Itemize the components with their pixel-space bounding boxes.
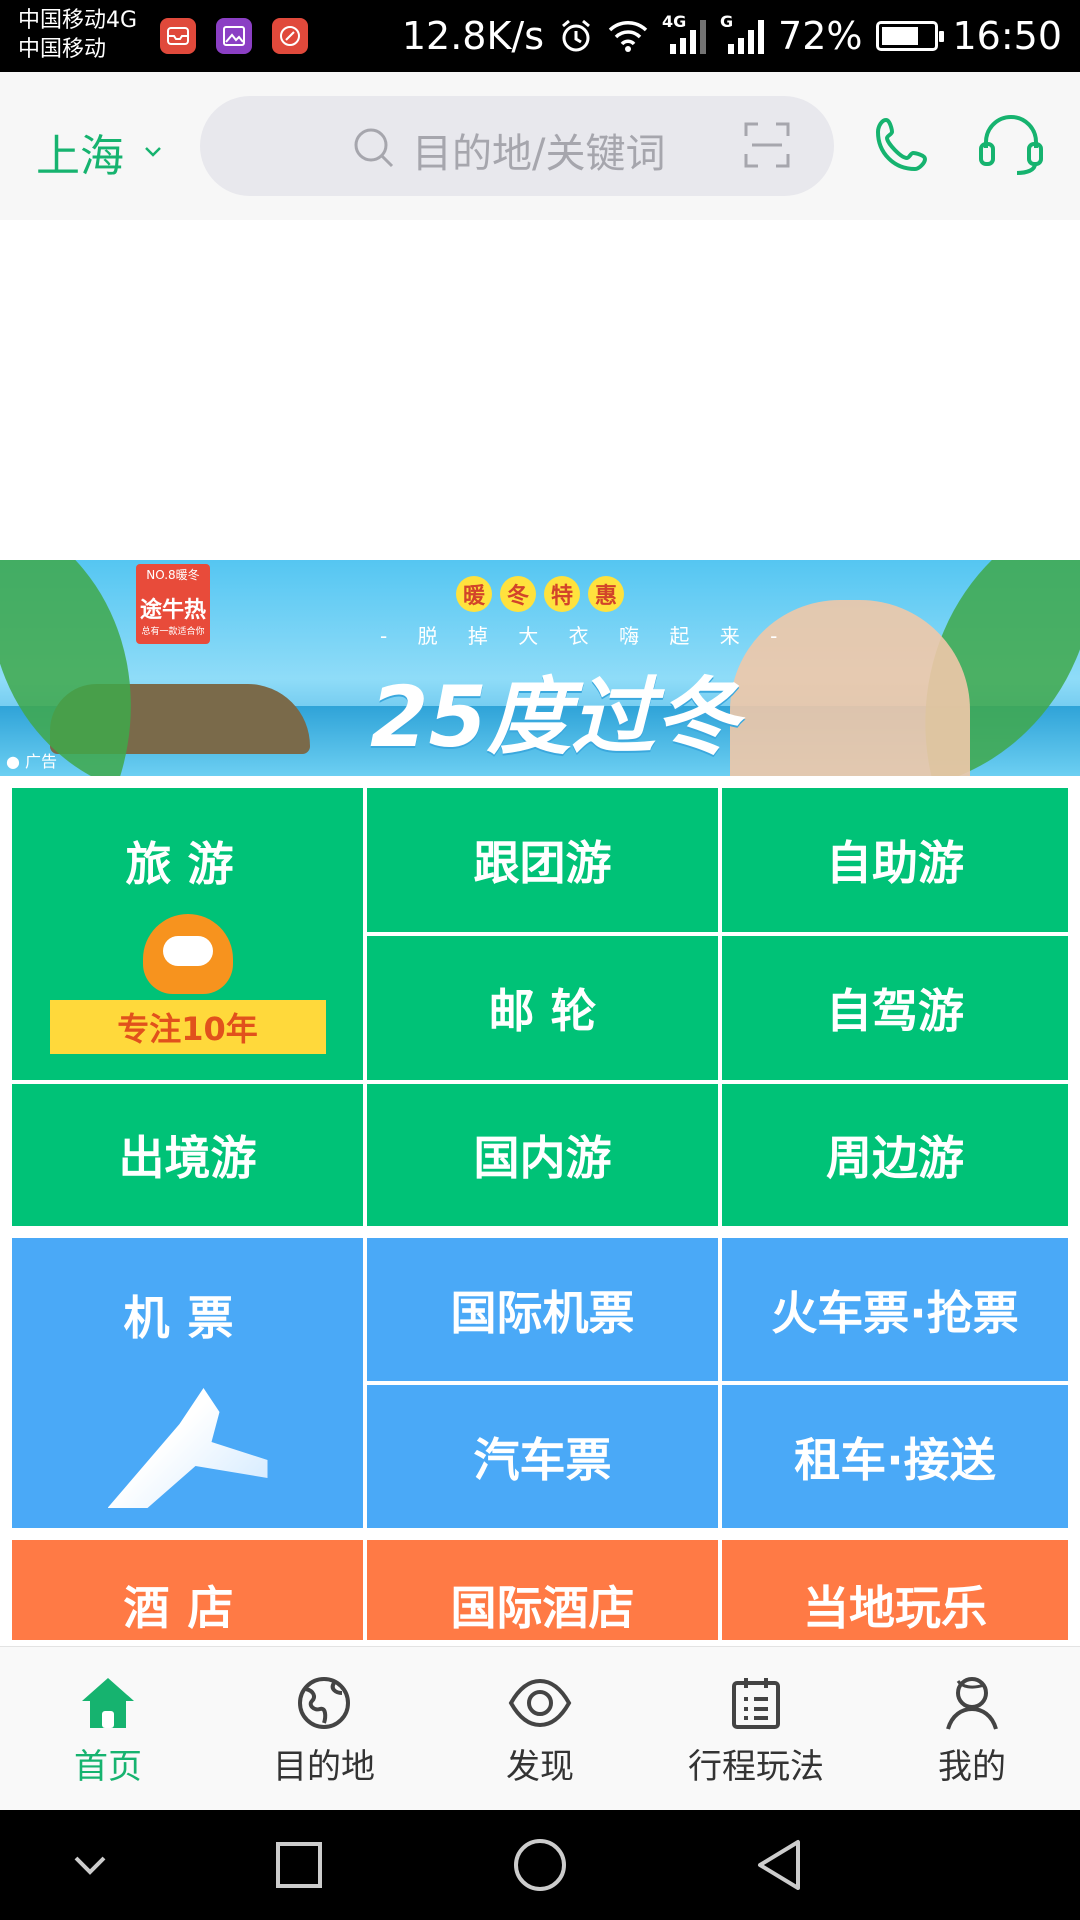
itinerary-icon	[732, 1678, 780, 1729]
ad-label-text: 广告	[25, 752, 58, 771]
tab-mine[interactable]: 我的	[864, 1647, 1080, 1810]
banner-pill: 特	[544, 576, 580, 612]
banner-logo: NO.8暖冬 途牛热 总有一款适合你	[136, 564, 210, 644]
phone-icon[interactable]	[872, 116, 932, 176]
group-tour-button[interactable]: 跟团游	[367, 788, 718, 932]
tab-label: 首页	[74, 1747, 142, 1787]
back-icon[interactable]	[754, 1838, 804, 1892]
travel-main-tile[interactable]: 旅游 专注10年	[12, 788, 363, 1080]
anniversary-ribbon: 专注10年	[49, 1000, 326, 1054]
battery-percent: 72%	[778, 14, 863, 58]
domestic-travel-button[interactable]: 国内游	[367, 1084, 718, 1226]
banner-pill: 惠	[588, 576, 624, 612]
gallery-notification-icon	[216, 18, 252, 54]
notification-icons	[160, 18, 308, 54]
signal-4g-icon: 4G	[662, 12, 707, 56]
wifi-icon	[608, 21, 648, 52]
carrier-line2: 中国移动	[18, 37, 107, 62]
top-header: 上海 目的地/关键词	[0, 72, 1080, 220]
eye-icon	[508, 1678, 572, 1728]
battery-icon	[876, 21, 945, 51]
carrier-line1: 中国移动4G	[18, 8, 138, 33]
tools-notification-icon	[272, 18, 308, 54]
banner-subtitle: - 脱 掉 大 衣 嗨 起 来 -	[380, 624, 790, 648]
net-type-2: G	[720, 12, 734, 31]
self-drive-button[interactable]: 自驾游	[722, 936, 1068, 1080]
clock: 16:50	[952, 14, 1062, 58]
hotel-main-tile[interactable]: 酒店	[12, 1540, 363, 1640]
outbound-travel-button[interactable]: 出境游	[12, 1084, 363, 1226]
banner-pills: 暖 冬 特 惠	[456, 576, 624, 612]
net-type-1: 4G	[662, 12, 687, 31]
logo-sub-text: 总有一款适合你	[141, 627, 205, 637]
tickets-grid: 机票 国际机票 火车票·抢票 汽车票 租车·接送	[12, 1238, 1068, 1528]
airplane-icon	[107, 1388, 268, 1508]
alarm-icon	[562, 19, 590, 52]
city-label: 上海	[36, 131, 124, 182]
hotel-grid: 酒店 国际酒店 当地玩乐	[12, 1540, 1068, 1640]
local-fun-button[interactable]: 当地玩乐	[722, 1540, 1068, 1640]
tab-home[interactable]: 首页	[0, 1647, 216, 1810]
tab-discover[interactable]: 发现	[432, 1647, 648, 1810]
travel-main-label: 旅游	[125, 837, 250, 891]
banner-pill: 冬	[500, 576, 536, 612]
bus-ticket-button[interactable]: 汽车票	[367, 1385, 718, 1528]
flight-main-label: 机票	[123, 1291, 252, 1345]
tab-label: 目的地	[273, 1747, 375, 1787]
chevron-down-icon	[145, 147, 161, 157]
battery-fill	[882, 27, 919, 45]
search-input[interactable]: 目的地/关键词	[412, 121, 665, 179]
search-bar[interactable]: 目的地/关键词	[200, 96, 834, 196]
flight-main-tile[interactable]: 机票	[12, 1238, 363, 1528]
independent-travel-button[interactable]: 自助游	[722, 788, 1068, 932]
tab-label: 发现	[506, 1747, 574, 1787]
chevron-down-icon[interactable]	[72, 1854, 108, 1876]
banner-headline: 25度过冬	[370, 668, 739, 766]
promo-banner[interactable]: NO.8暖冬 途牛热 总有一款适合你 暖 冬 特 惠 - 脱 掉 大 衣 嗨 起…	[0, 560, 1080, 776]
scan-icon[interactable]	[744, 122, 790, 168]
mail-notification-icon	[160, 18, 196, 54]
cruise-button[interactable]: 邮 轮	[367, 936, 718, 1080]
signal-g-icon: G	[720, 12, 765, 56]
recent-apps-icon[interactable]	[274, 1840, 324, 1890]
tab-destination[interactable]: 目的地	[216, 1647, 432, 1810]
status-indicators: 12.8K/s 4G G 72% 16:50	[402, 0, 1062, 72]
intl-flight-button[interactable]: 国际机票	[367, 1238, 718, 1381]
net-speed: 12.8K/s	[401, 14, 545, 58]
user-icon	[946, 1677, 998, 1730]
travel-grid: 旅游 专注10年 跟团游 自助游 邮 轮 自驾游 出境游 国内游 周边游	[12, 788, 1068, 1226]
city-selector[interactable]: 上海	[36, 120, 162, 184]
tab-label: 我的	[938, 1747, 1006, 1787]
mascot-icon	[142, 914, 233, 994]
logo-top-text: NO.8暖冬	[146, 568, 200, 582]
tab-label: 行程玩法	[688, 1747, 824, 1787]
train-ticket-button[interactable]: 火车票·抢票	[722, 1238, 1068, 1381]
banner-pill: 暖	[456, 576, 492, 612]
home-icon	[82, 1678, 134, 1728]
ad-label: ● 广告	[6, 752, 58, 771]
search-icon	[354, 128, 394, 168]
system-nav-bar	[0, 1810, 1080, 1920]
carrier-info: 中国移动4G 中国移动	[18, 6, 137, 64]
status-bar: 中国移动4G 中国移动 12.8K/s 4G G 72% 16:50	[0, 0, 1080, 72]
nearby-travel-button[interactable]: 周边游	[722, 1084, 1068, 1226]
home-button-icon[interactable]	[512, 1837, 568, 1893]
globe-icon	[298, 1677, 350, 1729]
bottom-tab-bar: 首页 目的地 发现 行程玩法 我的	[0, 1646, 1080, 1810]
customer-service-icon[interactable]	[978, 114, 1044, 176]
intl-hotel-button[interactable]: 国际酒店	[367, 1540, 718, 1640]
logo-main-text: 途牛热	[139, 598, 206, 623]
car-rental-button[interactable]: 租车·接送	[722, 1385, 1068, 1528]
tab-itinerary[interactable]: 行程玩法	[648, 1647, 864, 1810]
content-placeholder	[0, 220, 1080, 560]
